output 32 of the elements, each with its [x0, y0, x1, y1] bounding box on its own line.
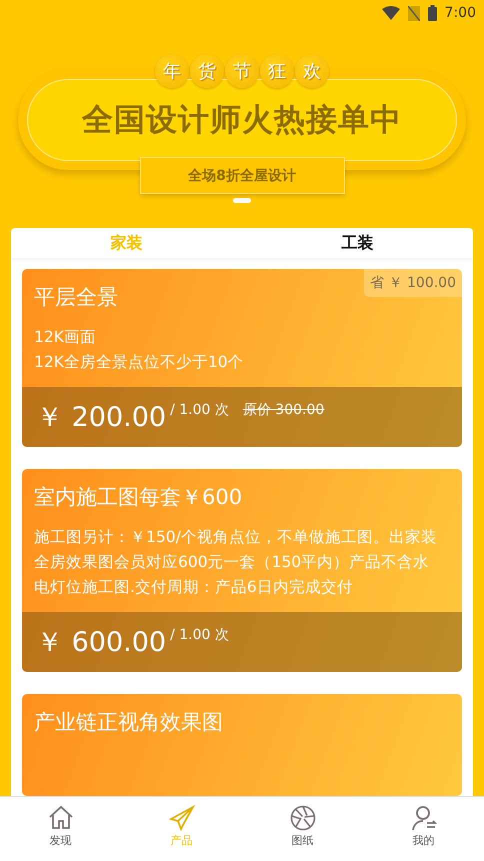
product-description: 施工图另计：￥150/个视角点位，不单做施工图。出家装全房效果图会员对应600元一套（150平内）产品不含水电灯位施工图.交付周期：产品6日内完成交付 [34, 527, 438, 598]
price-unit: / 1.00 次 [170, 401, 229, 419]
battery-icon [428, 5, 437, 21]
banner-badge: 货 [190, 54, 224, 88]
product-description: 12K画面 [34, 327, 97, 348]
banner-title: 全国设计师火热接单中 [82, 101, 402, 140]
price-unit: / 1.00 次 [170, 626, 229, 644]
status-time: 7:00 [444, 5, 476, 21]
product-title: 产业链正视角效果图 [34, 709, 223, 736]
banner-subtitle: 全场8折全屋设计 [140, 157, 344, 194]
wifi-icon [382, 6, 400, 20]
banner-badge: 年 [155, 54, 189, 88]
nav-tab[interactable]: 我的 [363, 797, 484, 861]
price: ￥ 200.00 [36, 401, 166, 435]
product-card[interactable]: 产业链正视角效果图 [22, 694, 462, 796]
product-title: 平层全景 [34, 284, 118, 311]
no-sim-icon [408, 6, 420, 20]
home-icon [48, 805, 74, 831]
original-price: 原价 300.00 [242, 401, 324, 419]
banner-badge: 欢 [295, 54, 329, 88]
nav-tab[interactable]: 发现 [0, 797, 121, 861]
banner-badge: 狂 [260, 54, 294, 88]
product-description: 12K全房全景点位不少于10个 [34, 352, 245, 373]
banner-badge: 节 [225, 54, 259, 88]
paper-plane-icon [168, 805, 194, 831]
product-title: 室内施工图每套￥600 [34, 484, 242, 511]
user-switch-icon [410, 805, 436, 831]
price: ￥ 600.00 [36, 626, 166, 660]
savings-tag: 省 ￥ 100.00 [364, 269, 462, 297]
category-tab[interactable]: 工装 [242, 228, 473, 258]
aperture-icon [290, 805, 316, 831]
nav-tab[interactable]: 图纸 [242, 797, 363, 861]
